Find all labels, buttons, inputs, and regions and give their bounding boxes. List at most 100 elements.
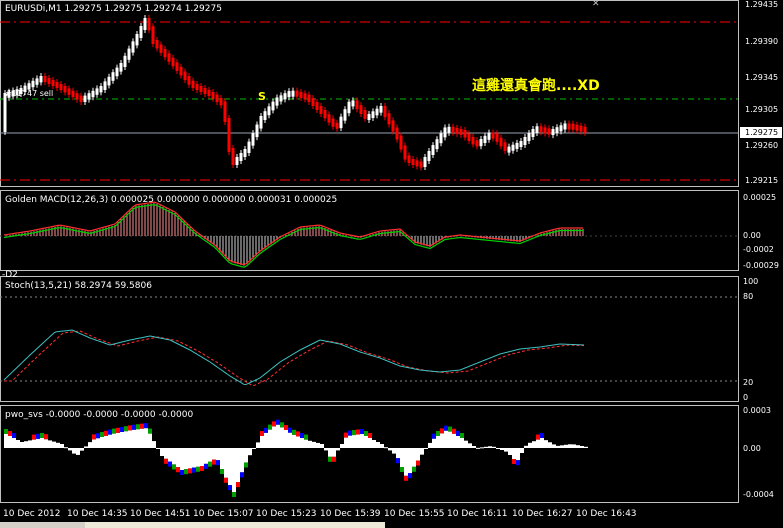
- pwo-bar-cap: [124, 426, 128, 432]
- pwo-bar-cap: [104, 430, 108, 436]
- pwo-bar: [184, 448, 188, 470]
- pwo-bar-cap: [512, 459, 516, 464]
- pwo-bar-cap: [188, 468, 192, 474]
- candle-body: [555, 127, 559, 134]
- candle-body: [463, 130, 467, 138]
- pwo-bar-cap: [304, 434, 308, 440]
- pwo-bar-cap: [40, 433, 44, 438]
- time-tick: 10 Dec 2012: [3, 509, 61, 519]
- pwo-bar: [572, 444, 576, 448]
- pwo-bar: [512, 448, 516, 459]
- pwo-bar: [4, 434, 8, 448]
- pwo-bar: [456, 435, 460, 448]
- pwo-bar-cap: [536, 434, 540, 440]
- candle-body: [579, 125, 583, 132]
- pwo-bar: [156, 448, 160, 449]
- pwo-bar-cap: [332, 456, 336, 462]
- candle-body: [439, 133, 443, 144]
- macd-title: Golden MACD(12,26,3) 0.000025 0.000000 0…: [5, 195, 337, 205]
- pwo-bar: [452, 433, 456, 448]
- pwo-bar: [532, 441, 536, 448]
- candle-body: [379, 106, 383, 113]
- status-bar-left: [0, 522, 85, 528]
- pwo-bar: [140, 428, 144, 448]
- pwo-bar: [288, 432, 292, 448]
- candle-body: [139, 26, 143, 38]
- candle-body: [435, 139, 439, 150]
- candle-body: [451, 126, 455, 133]
- candle-body: [171, 57, 175, 67]
- pwo-bar-cap: [396, 458, 400, 464]
- pwo-bar-cap: [92, 434, 96, 440]
- pwo-bar: [424, 448, 428, 449]
- pwo-bar: [152, 441, 156, 448]
- stoch-tick: 100: [743, 277, 758, 286]
- candle-body: [479, 139, 483, 147]
- pwo-bar-cap: [100, 432, 104, 437]
- pwo-bar-cap: [216, 460, 220, 466]
- pwo-bar: [488, 446, 492, 448]
- pwo-bar-cap: [276, 419, 280, 425]
- pwo-bar-cap: [516, 460, 520, 466]
- candle-body: [399, 135, 403, 150]
- close-icon[interactable]: ✕: [592, 0, 600, 9]
- pwo-bar-cap: [228, 485, 232, 491]
- chart-window[interactable]: EURUSDi,M1 1.29275 1.29275 1.29274 1.292…: [0, 0, 783, 528]
- candle-body: [63, 86, 67, 93]
- candle-body: [247, 141, 251, 153]
- pwo-bar: [460, 438, 464, 448]
- pwo-bar-cap: [444, 425, 448, 431]
- pwo-bar: [128, 430, 132, 448]
- pwo-bar: [396, 448, 400, 459]
- pwo-bar: [108, 434, 112, 448]
- pwo-bar: [24, 441, 28, 448]
- pwo-bar-cap: [456, 430, 460, 436]
- candle-body: [483, 135, 487, 143]
- pwo-bar: [148, 433, 152, 448]
- pwo-bar-cap: [192, 467, 196, 473]
- candle-body: [355, 100, 359, 110]
- pwo-bar: [340, 444, 344, 448]
- pwo-bar-cap: [272, 421, 276, 427]
- pwo-bar: [508, 448, 512, 455]
- pwo-bar-cap: [128, 425, 132, 431]
- stoch-title: Stoch(13,5,21) 58.2974 59.5806: [5, 281, 152, 291]
- pwo-bar: [236, 448, 240, 483]
- pwo-bar-cap: [148, 428, 152, 434]
- pwo-bar: [160, 448, 164, 456]
- pwo-bar: [244, 448, 248, 463]
- pwo-bar-cap: [284, 425, 288, 430]
- pwo-bar-cap: [196, 466, 200, 472]
- pwo-bar: [440, 433, 444, 448]
- price-tick: 1.29390: [745, 37, 778, 46]
- pwo-bar: [472, 446, 476, 448]
- status-bar-tab[interactable]: [85, 522, 385, 528]
- pwo-bar-cap: [184, 469, 188, 475]
- pwo-bar: [212, 448, 216, 460]
- pwo-bar-cap: [200, 466, 204, 471]
- pwo-bar-cap: [32, 434, 36, 440]
- pwo-bar: [28, 440, 32, 448]
- candle-body: [447, 126, 451, 133]
- pwo-bar: [240, 448, 244, 473]
- pwo-bar: [248, 448, 252, 456]
- pwo-bar: [68, 448, 72, 451]
- pwo-bar-cap: [168, 461, 172, 467]
- pwo-bar: [412, 448, 416, 467]
- pwo-bar: [8, 436, 12, 448]
- pwo-bar-cap: [368, 433, 372, 438]
- pwo-bar: [16, 440, 20, 448]
- candle-body: [163, 48, 167, 58]
- pwo-bar: [232, 448, 236, 492]
- candle-body: [431, 145, 435, 155]
- pwo-bar-cap: [220, 469, 224, 474]
- pwo-bar-cap: [452, 428, 456, 434]
- pwo-bar: [300, 438, 304, 448]
- order-label: #11747 sell: [5, 89, 53, 98]
- pwo-bar: [420, 448, 424, 455]
- pwo-bar: [520, 448, 524, 453]
- pwo-bar: [468, 443, 472, 448]
- pwo-bar: [484, 446, 488, 448]
- candle-body: [35, 78, 39, 85]
- pwo-bar: [560, 445, 564, 448]
